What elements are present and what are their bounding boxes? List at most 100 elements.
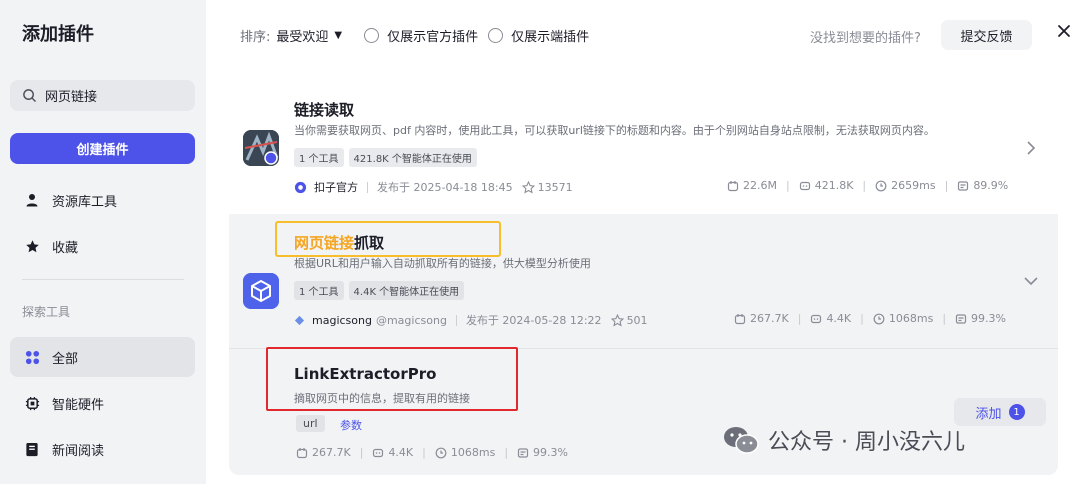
add-count-badge: 1 bbox=[1008, 404, 1025, 420]
success-rate-icon bbox=[517, 447, 529, 458]
submit-feedback-button[interactable]: 提交反馈 bbox=[941, 20, 1032, 50]
clock-icon bbox=[435, 447, 447, 458]
add-plugin-button[interactable]: 添加 1 bbox=[954, 398, 1046, 426]
plugin-stats: 22.6M | 421.8K | 2659ms | 89.9% bbox=[727, 179, 1008, 192]
plugin-meta: 扣子官方 发布于 2025-04-18 18:45 13571 bbox=[294, 179, 573, 195]
sort-label: 排序: bbox=[240, 30, 271, 45]
filter-official-radio[interactable]: 仅展示官方插件 bbox=[364, 26, 478, 45]
search-input[interactable] bbox=[45, 88, 185, 103]
calls-icon bbox=[734, 313, 746, 324]
plugin-published: 发布于 2024-05-28 12:22 bbox=[465, 314, 602, 327]
sort-value: 最受欢迎 bbox=[276, 30, 329, 45]
calls-icon bbox=[727, 180, 739, 191]
sidebar-item-library-tools[interactable]: 资源库工具 bbox=[10, 180, 195, 220]
dialog-title: 添加插件 bbox=[22, 24, 94, 45]
sidebar-item-news-reading[interactable]: 新闻阅读 bbox=[10, 429, 195, 469]
stat-calls: 267.7K bbox=[750, 312, 789, 325]
watermark-text: 公众号 · 周小没六儿 bbox=[768, 430, 965, 455]
close-icon bbox=[1058, 25, 1070, 37]
plugin-author-handle: @magicsong bbox=[375, 313, 447, 327]
add-label: 添加 bbox=[975, 406, 1002, 422]
sidebar-item-all[interactable]: 全部 bbox=[10, 337, 195, 377]
create-plugin-button[interactable]: 创建插件 bbox=[10, 133, 195, 164]
grid-icon bbox=[24, 349, 40, 365]
stat-success-rate: 99.3% bbox=[533, 446, 568, 459]
plugin-logo bbox=[243, 130, 279, 166]
close-button[interactable] bbox=[1054, 21, 1074, 41]
plugin-author: 扣子官方 bbox=[314, 181, 358, 194]
cube-icon bbox=[243, 273, 279, 309]
sidebar-item-label: 资源库工具 bbox=[52, 194, 118, 210]
plugin-description: 当你需要获取网页、pdf 内容时，使用此工具，可以获取url链接下的标题和内容。… bbox=[294, 124, 935, 137]
plugin-title: 链接读取 bbox=[294, 101, 355, 119]
plugin-stats: 267.7K | 4.4K | 1068ms | 99.3% bbox=[734, 312, 1006, 325]
clock-icon bbox=[873, 313, 885, 324]
author-avatar-icon bbox=[294, 315, 305, 326]
star-icon bbox=[24, 238, 40, 254]
highlight-box-red bbox=[266, 347, 518, 411]
stat-latency: 1068ms bbox=[888, 312, 934, 325]
filter-official-label: 仅展示官方插件 bbox=[387, 30, 479, 45]
stat-latency: 2659ms bbox=[891, 179, 936, 192]
plugin-tags: 1 个工具 421.8K 个智能体正在使用 bbox=[294, 148, 482, 167]
sidebar-divider bbox=[22, 279, 184, 280]
filter-bar: 排序: 最受欢迎 ▼ 仅展示官方插件 仅展示端插件 bbox=[240, 26, 589, 45]
highlight-box-orange bbox=[275, 221, 501, 257]
plugin-stats: 267.7K | 4.4K | 1068ms | 99.3% bbox=[296, 446, 568, 459]
user-icon bbox=[24, 192, 40, 208]
sidebar-item-label: 智能硬件 bbox=[52, 397, 105, 413]
clock-icon bbox=[875, 180, 887, 191]
stat-latency: 1068ms bbox=[450, 446, 496, 459]
plugin-favorites: 501 bbox=[626, 313, 648, 327]
tag-usage: 421.8K 个智能体正在使用 bbox=[348, 148, 477, 167]
star-outline-icon bbox=[521, 180, 535, 194]
tag-usage: 4.4K 个智能体正在使用 bbox=[348, 281, 465, 300]
star-outline-icon bbox=[610, 313, 624, 327]
plugin-favorites: 13571 bbox=[537, 180, 573, 194]
stat-bots: 421.8K bbox=[814, 179, 854, 192]
radio-circle-icon bbox=[364, 28, 380, 43]
section-label: 探索工具 bbox=[22, 305, 71, 319]
bots-icon bbox=[373, 448, 384, 457]
success-rate-icon bbox=[955, 313, 967, 324]
filter-edge-radio[interactable]: 仅展示端插件 bbox=[488, 26, 589, 45]
plugin-logo bbox=[243, 273, 279, 309]
sidebar-item-smart-hardware[interactable]: 智能硬件 bbox=[10, 383, 195, 423]
sort-dropdown[interactable]: 最受欢迎 ▼ bbox=[276, 26, 342, 45]
stat-success-rate: 89.9% bbox=[973, 179, 1009, 192]
calls-icon bbox=[296, 447, 308, 458]
sidebar: 添加插件 创建插件 资源库工具 收藏 探索工具 全部 智能硬件 新闻阅读 bbox=[0, 0, 206, 484]
watermark: 公众号 · 周小没六儿 bbox=[722, 424, 965, 456]
sidebar-item-label: 全部 bbox=[52, 351, 79, 367]
chip-icon bbox=[24, 395, 40, 411]
coze-logo-icon bbox=[294, 181, 307, 194]
stat-calls: 22.6M bbox=[743, 179, 777, 192]
filter-edge-label: 仅展示端插件 bbox=[511, 30, 590, 45]
search-icon bbox=[23, 89, 36, 102]
book-icon bbox=[24, 441, 40, 457]
wechat-icon bbox=[724, 427, 759, 454]
bots-icon bbox=[799, 181, 810, 190]
caret-down-icon: ▼ bbox=[334, 30, 343, 41]
chevron-right-icon[interactable] bbox=[1024, 141, 1038, 155]
plugin-description: 根据URL和用户输入自动抓取所有的链接，供大模型分析使用 bbox=[294, 257, 591, 270]
plugin-published: 发布于 2025-04-18 18:45 bbox=[377, 181, 513, 194]
stat-success-rate: 99.3% bbox=[971, 312, 1006, 325]
plugin-tags: 1 个工具 4.4K 个智能体正在使用 bbox=[294, 281, 469, 300]
sidebar-item-label: 新闻阅读 bbox=[52, 443, 105, 459]
search-box[interactable] bbox=[10, 80, 195, 111]
stat-bots: 4.4K bbox=[826, 312, 852, 325]
stat-bots: 4.4K bbox=[388, 446, 414, 459]
params-link[interactable]: 参数 bbox=[340, 417, 362, 433]
plugin-card-link-reader[interactable]: 链接读取 当你需要获取网页、pdf 内容时，使用此工具，可以获取url链接下的标… bbox=[229, 82, 1058, 214]
param-tag: url bbox=[296, 415, 325, 432]
stat-calls: 267.7K bbox=[312, 446, 351, 459]
chevron-down-icon[interactable] bbox=[1024, 274, 1038, 288]
success-rate-icon bbox=[958, 180, 969, 191]
plugin-author: magicsong bbox=[312, 313, 372, 327]
tag-tool-count: 1 个工具 bbox=[294, 281, 344, 300]
sidebar-item-label: 收藏 bbox=[52, 240, 79, 256]
sidebar-item-favorites[interactable]: 收藏 bbox=[10, 226, 195, 266]
tag-tool-count: 1 个工具 bbox=[294, 148, 344, 167]
bots-icon bbox=[811, 314, 822, 323]
